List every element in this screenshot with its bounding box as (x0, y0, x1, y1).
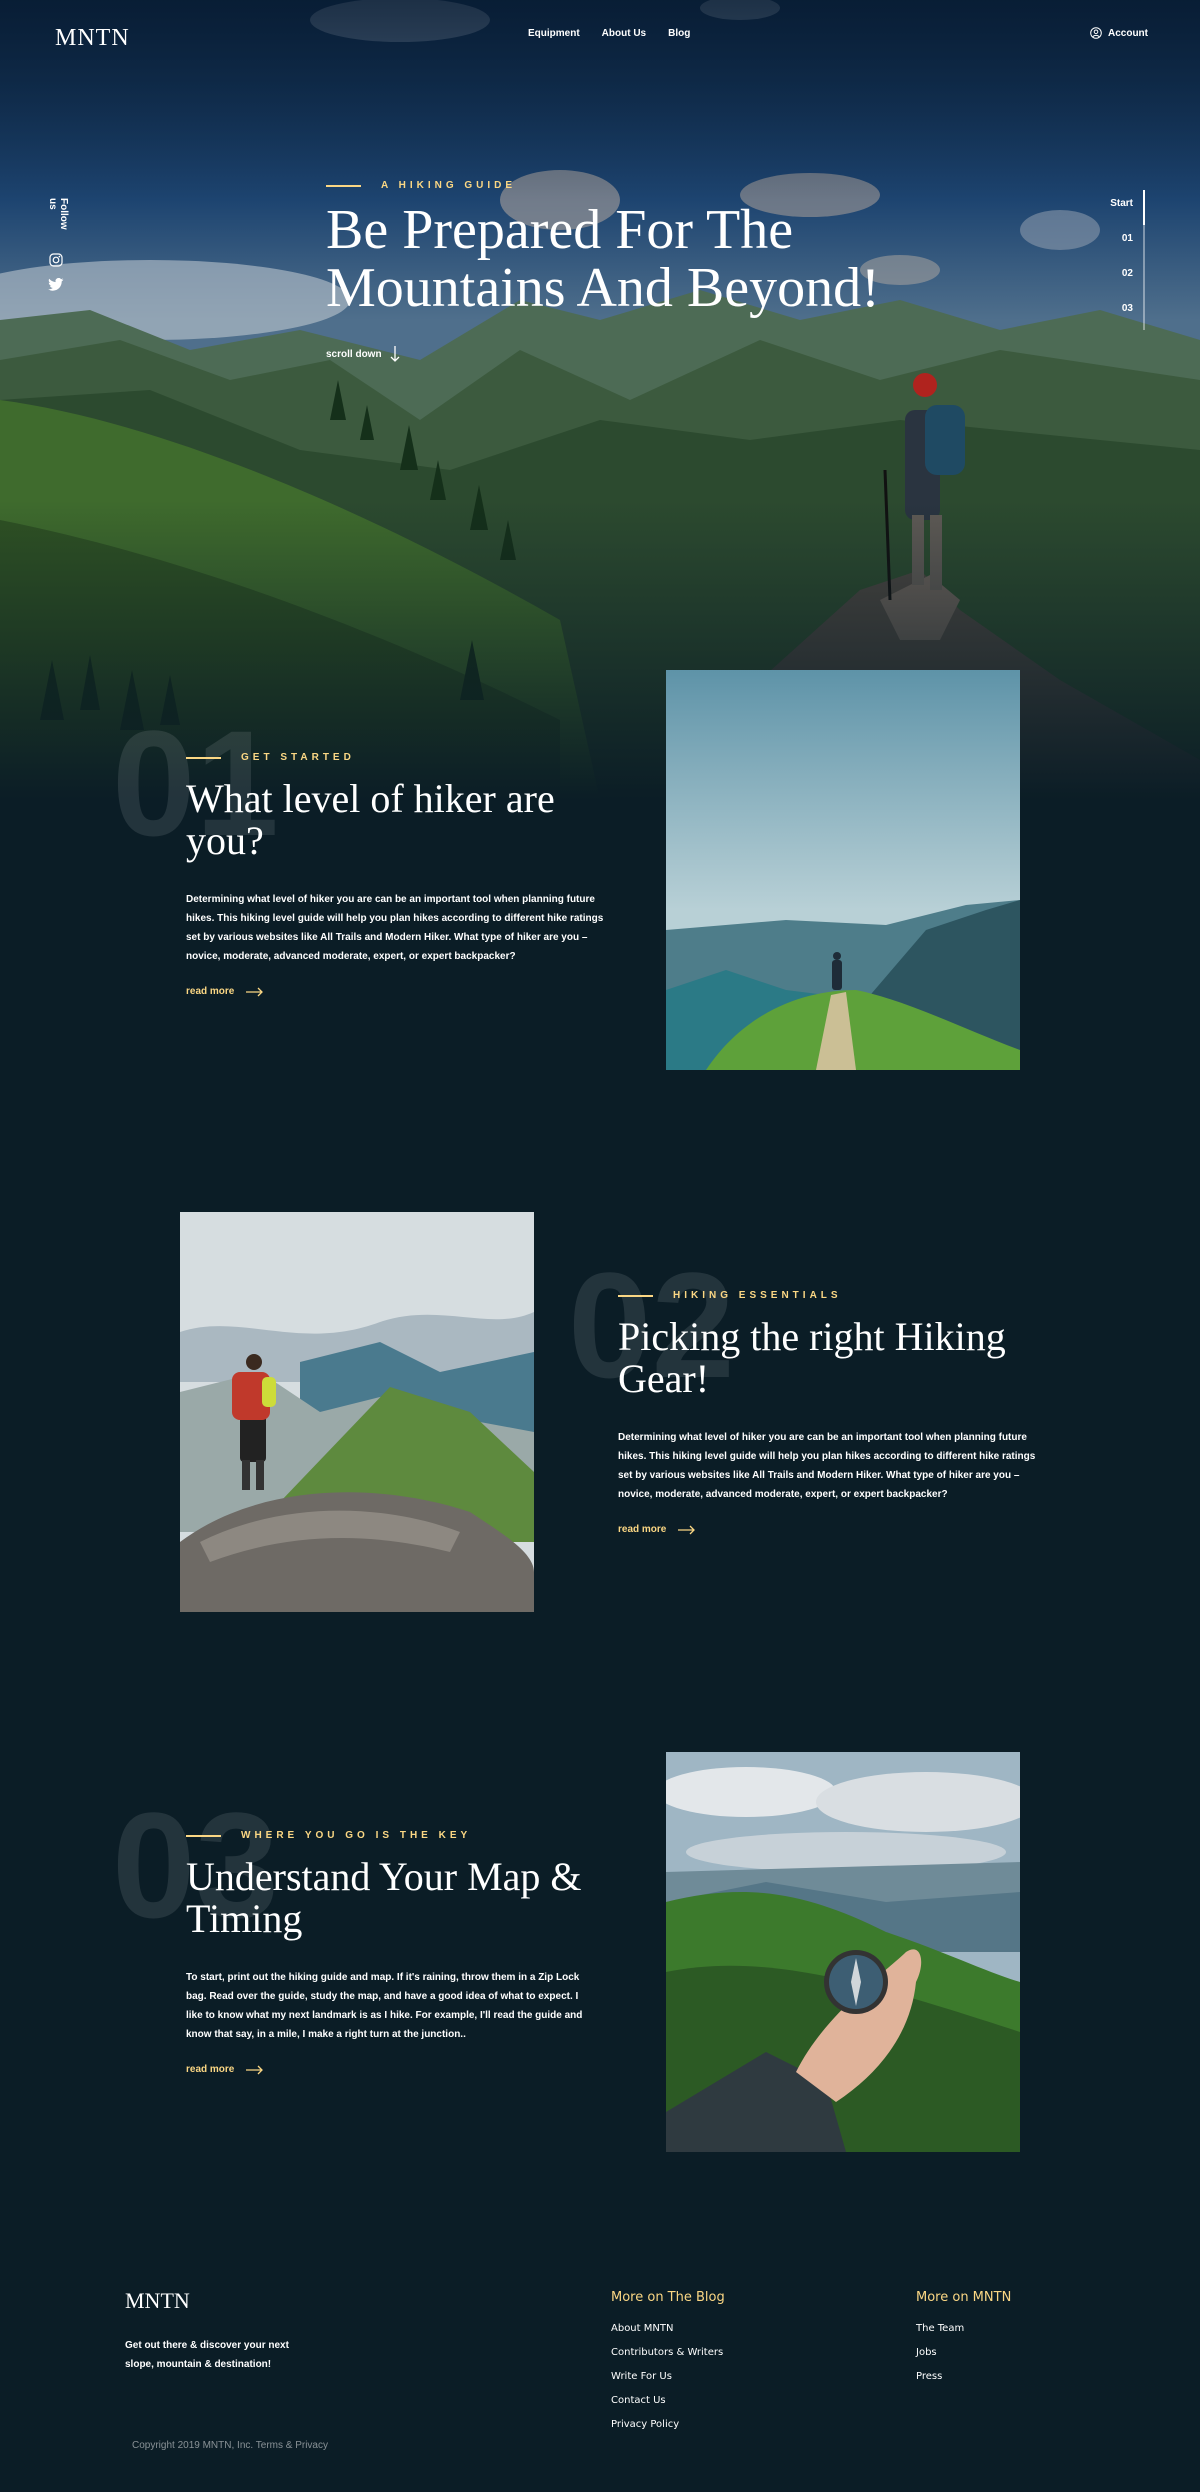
footer-link-team[interactable]: The Team (916, 2323, 1011, 2334)
read-more-label: read more (186, 986, 235, 997)
section-body: To start, print out the hiking guide and… (186, 1972, 583, 2040)
footer: MNTN Get out there & discover your next … (0, 2270, 1200, 2492)
section-text: WHERE YOU GO IS THE KEY Understand Your … (186, 1830, 596, 2075)
footer-link-jobs[interactable]: Jobs (916, 2347, 1011, 2358)
section-eyebrow: GET STARTED (186, 752, 606, 763)
footer-blog-heading: More on The Blog (611, 2290, 725, 2305)
instagram-icon[interactable] (49, 253, 63, 267)
section-body: Determining what level of hiker you are … (618, 1432, 1036, 1500)
pager-thumb (1143, 190, 1145, 225)
arrow-down-icon (390, 346, 400, 362)
hero-title: Be Prepared For The Mountains And Beyond… (326, 199, 880, 319)
backpacker-peak-image (180, 1212, 534, 1612)
footer-mntn-column: More on MNTN The Team Jobs Press (916, 2290, 1011, 2395)
section-pager: Start 01 02 03 (1095, 190, 1145, 330)
hiker-ridge-image (666, 670, 1020, 1070)
logo[interactable]: MNTN (55, 25, 130, 52)
scroll-down-link[interactable]: scroll down (326, 345, 966, 363)
nav-link-about-us[interactable]: About Us (602, 28, 646, 39)
backpacker-peak-photo (180, 1212, 534, 1612)
hiker-ridge-photo (666, 670, 1020, 1070)
account-label: Account (1108, 27, 1148, 39)
read-more-link[interactable]: read more (618, 1524, 1038, 1535)
section-text: GET STARTED What level of hiker are you?… (186, 752, 606, 997)
pager-item-start[interactable]: Start (1110, 198, 1133, 209)
footer-link-write-for-us[interactable]: Write For Us (611, 2371, 725, 2382)
section-title: Understand Your Map & Timing (186, 1854, 582, 1941)
section-eyebrow-text: HIKING ESSENTIALS (673, 1290, 842, 1301)
footer-blog-column: More on The Blog About MNTN Contributors… (611, 2290, 725, 2443)
hero-content: A HIKING GUIDE Be Prepared For The Mount… (326, 180, 966, 363)
read-more-link[interactable]: read more (186, 2064, 596, 2075)
eyebrow-line (618, 1294, 653, 1297)
section-title: Picking the right Hiking Gear! (618, 1314, 1006, 1401)
eyebrow-line (186, 756, 221, 759)
read-more-label: read more (618, 1524, 667, 1535)
footer-link-about[interactable]: About MNTN (611, 2323, 725, 2334)
follow-label: Follow us (47, 198, 69, 230)
footer-link-contact[interactable]: Contact Us (611, 2395, 725, 2406)
eyebrow-line (326, 184, 361, 187)
footer-logo[interactable]: MNTN (125, 2288, 190, 2314)
section-hiking-essentials: 02 HIKING ESSENTIALS Picking the right H… (0, 1212, 1200, 1632)
nav-links: Equipment About Us Blog (528, 28, 690, 39)
account-link[interactable]: Account (1090, 27, 1148, 39)
footer-tagline: Get out there & discover your next slope… (125, 2340, 289, 2370)
user-icon (1090, 27, 1102, 39)
section-map-timing: 03 WHERE YOU GO IS THE KEY Understand Yo… (0, 1752, 1200, 2172)
section-get-started: 01 GET STARTED What level of hiker are y… (0, 670, 1200, 1090)
copyright: Copyright 2019 MNTN, Inc. Terms & Privac… (132, 2440, 328, 2451)
pager-item-01[interactable]: 01 (1122, 233, 1133, 244)
arrow-right-icon (246, 987, 264, 996)
compass-photo (666, 1752, 1020, 2152)
section-eyebrow: WHERE YOU GO IS THE KEY (186, 1830, 596, 1841)
pager-item-03[interactable]: 03 (1122, 303, 1133, 314)
footer-link-contributors[interactable]: Contributors & Writers (611, 2347, 725, 2358)
footer-link-privacy[interactable]: Privacy Policy (611, 2419, 725, 2430)
section-eyebrow-text: GET STARTED (241, 752, 355, 763)
arrow-right-icon (678, 1525, 696, 1534)
section-text: HIKING ESSENTIALS Picking the right Hiki… (618, 1290, 1038, 1535)
nav-link-equipment[interactable]: Equipment (528, 28, 580, 39)
section-eyebrow: HIKING ESSENTIALS (618, 1290, 1038, 1301)
eyebrow-line (186, 1834, 221, 1837)
twitter-icon[interactable] (48, 278, 64, 292)
hero-eyebrow-text: A HIKING GUIDE (381, 180, 517, 191)
section-body: Determining what level of hiker you are … (186, 894, 604, 962)
read-more-label: read more (186, 2064, 235, 2075)
pager-item-02[interactable]: 02 (1122, 268, 1133, 279)
top-nav: MNTN Equipment About Us Blog Account (0, 0, 1200, 70)
footer-mntn-heading: More on MNTN (916, 2290, 1012, 2305)
read-more-link[interactable]: read more (186, 986, 606, 997)
hero-eyebrow: A HIKING GUIDE (326, 180, 966, 191)
nav-link-blog[interactable]: Blog (668, 28, 690, 39)
compass-hand-image (666, 1752, 1020, 2152)
section-title: What level of hiker are you? (186, 776, 555, 863)
footer-link-press[interactable]: Press (916, 2371, 1011, 2382)
arrow-right-icon (246, 2065, 264, 2074)
scroll-down-label: scroll down (326, 348, 382, 360)
section-eyebrow-text: WHERE YOU GO IS THE KEY (241, 1830, 472, 1841)
